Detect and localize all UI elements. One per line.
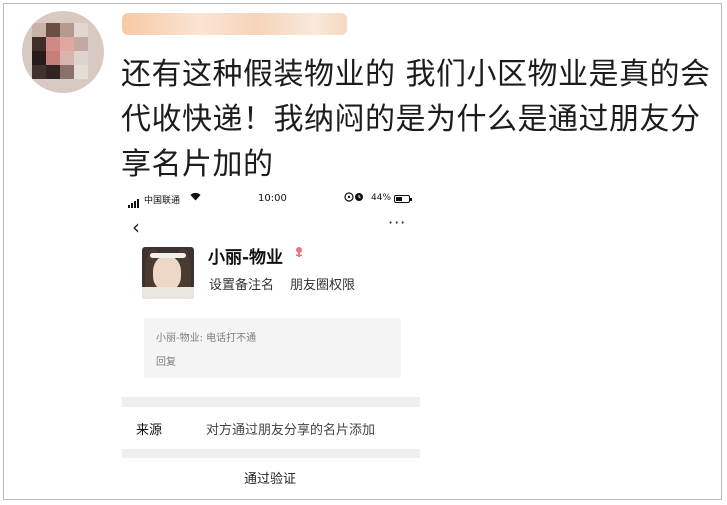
signal-icon [128, 197, 140, 208]
section-divider [122, 397, 420, 407]
source-row: 来源 对方通过朋友分享的名片添加 [122, 407, 420, 449]
carrier-label: 中国联通 [144, 196, 181, 206]
set-remark-link[interactable]: 设置备注名 [209, 274, 274, 293]
status-bar: 中国联通 10:00 44% [122, 187, 420, 211]
battery-icon [394, 195, 412, 203]
battery-percent: 44% [371, 193, 392, 203]
reply-link[interactable]: 回复 [156, 353, 176, 368]
moments-permission-link[interactable]: 朋友圈权限 [290, 274, 355, 293]
embedded-phone-screenshot: 中国联通 10:00 44% ‹ ··· 小丽-物业 设置备注名 朋友圈权限 小… [122, 187, 420, 497]
more-dots-icon[interactable]: ··· [388, 213, 406, 232]
female-gender-icon [294, 246, 304, 261]
verification-message-box: 小丽-物业: 电话打不通 回复 [144, 318, 401, 378]
accept-verification-button[interactable]: 通过验证 [244, 468, 296, 487]
alarm-icon [344, 192, 366, 205]
wifi-icon [190, 192, 201, 204]
commenter-name-blurred[interactable] [122, 13, 347, 35]
post-text: 还有这种假装物业的 我们小区物业是真的会代收快递！我纳闷的是为什么是通过朋友分享… [121, 57, 711, 182]
clock-time: 10:00 [258, 193, 287, 204]
section-divider [122, 449, 420, 458]
source-value: 对方通过朋友分享的名片添加 [206, 423, 376, 438]
screenshot-frame: 还有这种假装物业的 我们小区物业是真的会代收快递！我纳闷的是为什么是通过朋友分享… [3, 3, 722, 500]
verification-message: 小丽-物业: 电话打不通 [156, 333, 257, 344]
verify-row[interactable]: 通过验证 [122, 458, 420, 497]
contact-avatar[interactable] [142, 247, 194, 299]
back-chevron-icon[interactable]: ‹ [132, 215, 140, 239]
commenter-avatar[interactable] [22, 11, 104, 93]
source-label: 来源 [136, 423, 163, 438]
contact-name: 小丽-物业 [208, 248, 284, 268]
